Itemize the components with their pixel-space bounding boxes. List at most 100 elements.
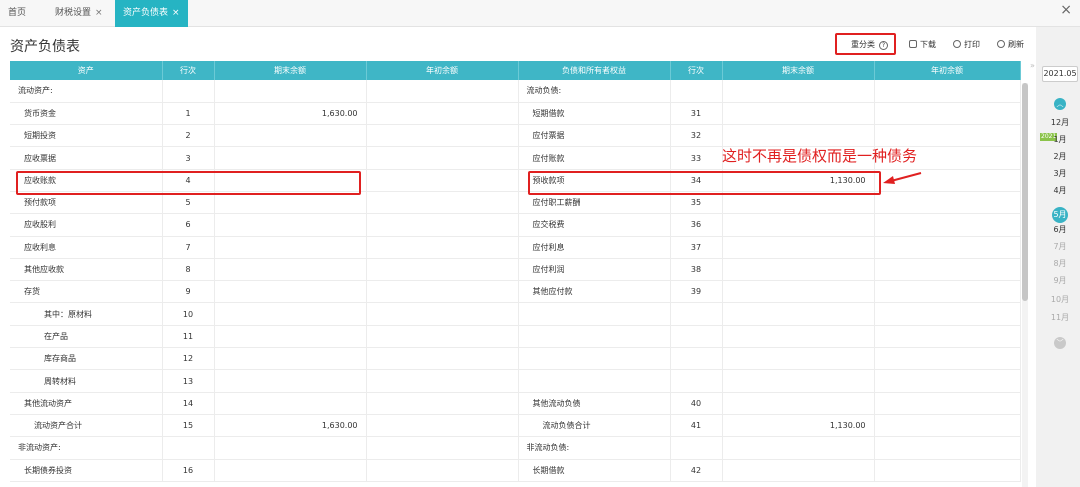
table-row[interactable]: 应收利息 7 应付利息 37 [10, 236, 1021, 259]
liability-beginning-cell[interactable] [874, 258, 1021, 282]
liability-beginning-cell[interactable] [874, 436, 1021, 460]
table-row[interactable]: 存货 9 其他应付款 39 [10, 280, 1021, 304]
table-row[interactable]: 库存商品 12 [10, 347, 1021, 371]
table-row[interactable]: 货币资金 1 1,630.00 短期借款 31 [10, 102, 1021, 126]
asset-beginning-cell[interactable] [366, 169, 519, 192]
liability-beginning-cell[interactable] [874, 325, 1021, 349]
liability-beginning-cell[interactable] [874, 80, 1021, 103]
table-row[interactable]: 在产品 11 [10, 325, 1021, 349]
liability-ending-cell[interactable] [722, 436, 875, 460]
month-item[interactable]: 10月 [1040, 294, 1080, 305]
table-row[interactable]: 应收股利 6 应交税费 36 [10, 213, 1021, 237]
liability-beginning-cell[interactable] [874, 280, 1021, 304]
month-item[interactable]: 12月 [1040, 117, 1080, 128]
asset-ending-cell[interactable] [214, 325, 367, 349]
asset-ending-cell[interactable] [214, 459, 367, 482]
asset-ending-cell[interactable] [214, 146, 367, 170]
liability-ending-cell[interactable] [722, 124, 875, 148]
table-row[interactable]: 其他应收款 8 应付利润 38 [10, 258, 1021, 282]
month-item[interactable]: 9月 [1040, 275, 1080, 286]
month-item[interactable]: 4月 [1040, 185, 1080, 196]
asset-beginning-cell[interactable] [366, 146, 519, 170]
tab-home[interactable]: 首页 [8, 0, 26, 27]
liability-beginning-cell[interactable] [874, 236, 1021, 259]
asset-ending-cell[interactable] [214, 436, 367, 460]
table-row[interactable]: 流动资产合计 15 1,630.00 流动负债合计 41 1,130.00 [10, 414, 1021, 438]
asset-ending-cell[interactable]: 1,630.00 [214, 414, 367, 438]
close-icon[interactable]: × [95, 8, 103, 18]
table-row[interactable]: 长期债券投资 16 长期借款 42 [10, 459, 1021, 482]
liability-beginning-cell[interactable] [874, 102, 1021, 126]
tab-balance-sheet[interactable]: 资产负债表 × [115, 0, 188, 27]
month-item[interactable]: 1月 [1040, 134, 1080, 145]
asset-ending-cell[interactable] [214, 213, 367, 237]
month-item[interactable]: 3月 [1040, 168, 1080, 179]
liability-ending-cell[interactable]: 1,130.00 [722, 414, 875, 438]
scrollbar[interactable] [1022, 83, 1028, 487]
asset-beginning-cell[interactable] [366, 124, 519, 148]
liability-beginning-cell[interactable] [874, 459, 1021, 482]
table-row[interactable]: 周转材料 13 [10, 369, 1021, 393]
liability-ending-cell[interactable] [722, 459, 875, 482]
period-field[interactable]: 2021.05 [1042, 66, 1078, 82]
asset-beginning-cell[interactable] [366, 392, 519, 415]
window-close-icon[interactable]: × [1060, 2, 1072, 18]
asset-ending-cell[interactable] [214, 258, 367, 282]
chevron-down-icon[interactable]: ﹀ [1054, 337, 1066, 349]
liability-ending-cell[interactable] [722, 347, 875, 371]
asset-ending-cell[interactable]: 1,630.00 [214, 102, 367, 126]
download-button[interactable]: 下载 [909, 38, 936, 52]
asset-beginning-cell[interactable] [366, 459, 519, 482]
asset-beginning-cell[interactable] [366, 102, 519, 126]
asset-beginning-cell[interactable] [366, 347, 519, 371]
month-item[interactable]: 5月 [1052, 207, 1068, 223]
liability-ending-cell[interactable] [722, 325, 875, 349]
print-button[interactable]: 打印 [953, 38, 980, 52]
table-row[interactable]: 其他流动资产 14 其他流动负债 40 [10, 392, 1021, 415]
table-row[interactable]: 流动资产: 流动负债: [10, 80, 1021, 103]
asset-beginning-cell[interactable] [366, 414, 519, 438]
liability-ending-cell[interactable] [722, 302, 875, 326]
liability-beginning-cell[interactable] [874, 124, 1021, 148]
asset-beginning-cell[interactable] [366, 80, 519, 103]
liability-beginning-cell[interactable] [874, 302, 1021, 326]
liability-ending-cell[interactable] [722, 392, 875, 415]
close-icon[interactable]: × [172, 8, 180, 18]
tab-tax-settings[interactable]: 财税设置 × [55, 0, 103, 27]
liability-ending-cell[interactable] [722, 258, 875, 282]
asset-beginning-cell[interactable] [366, 436, 519, 460]
asset-beginning-cell[interactable] [366, 236, 519, 259]
month-item[interactable]: 11月 [1040, 312, 1080, 323]
liability-beginning-cell[interactable] [874, 392, 1021, 415]
asset-ending-cell[interactable] [214, 347, 367, 371]
asset-beginning-cell[interactable] [366, 213, 519, 237]
liability-ending-cell[interactable] [722, 236, 875, 259]
liability-ending-cell[interactable] [722, 80, 875, 103]
asset-ending-cell[interactable] [214, 280, 367, 304]
liability-beginning-cell[interactable] [874, 347, 1021, 371]
asset-ending-cell[interactable] [214, 302, 367, 326]
asset-beginning-cell[interactable] [366, 369, 519, 393]
asset-ending-cell[interactable] [214, 369, 367, 393]
liability-beginning-cell[interactable] [874, 191, 1021, 215]
liability-ending-cell[interactable] [722, 369, 875, 393]
liability-beginning-cell[interactable] [874, 414, 1021, 438]
liability-ending-cell[interactable] [722, 280, 875, 304]
liability-beginning-cell[interactable] [874, 213, 1021, 237]
asset-beginning-cell[interactable] [366, 280, 519, 304]
table-row[interactable]: 非流动资产: 非流动负债: [10, 436, 1021, 460]
month-item[interactable]: 2月 [1040, 151, 1080, 162]
scrollbar-thumb[interactable] [1022, 83, 1028, 301]
asset-ending-cell[interactable] [214, 124, 367, 148]
asset-ending-cell[interactable] [214, 80, 367, 103]
month-item[interactable]: 8月 [1040, 258, 1080, 269]
liability-ending-cell[interactable] [722, 102, 875, 126]
liability-ending-cell[interactable] [722, 213, 875, 237]
liability-beginning-cell[interactable] [874, 369, 1021, 393]
refresh-button[interactable]: 刷新 [997, 38, 1024, 52]
asset-ending-cell[interactable] [214, 236, 367, 259]
month-item[interactable]: 7月 [1040, 241, 1080, 252]
expand-icon[interactable]: » [1030, 61, 1035, 70]
table-row[interactable]: 短期投资 2 应付票据 32 [10, 124, 1021, 148]
chevron-up-icon[interactable]: ︿ [1054, 98, 1066, 110]
